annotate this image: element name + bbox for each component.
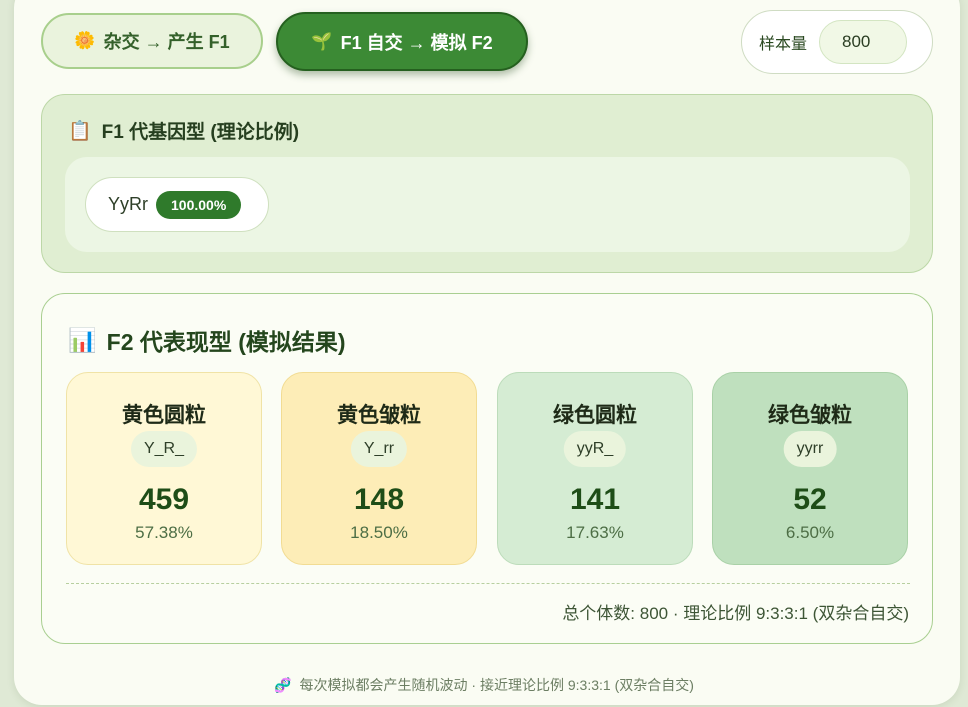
phenotype-genotype: Y_rr — [350, 431, 408, 467]
phenotype-percent: 17.63% — [566, 523, 624, 542]
f1-title: 📋 F1 代基因型 (理论比例) — [68, 117, 299, 144]
phenotype-genotype: yyR_ — [563, 431, 627, 467]
sample-size-label: 样本量 — [759, 36, 808, 53]
dna-icon: 🧬 — [274, 676, 292, 693]
genotype-name: YyRr — [108, 194, 148, 214]
sample-size-input[interactable] — [819, 20, 908, 64]
f2-title-text: F2 代表现型 (模拟结果) — [106, 329, 346, 355]
bar-chart-icon: 📊 — [68, 326, 97, 353]
f1-genotype-panel: 📋 F1 代基因型 (理论比例) YyRr 100.00% — [41, 94, 933, 273]
phenotype-percent: 6.50% — [785, 523, 835, 542]
phenotype-genotype: yyrr — [783, 431, 837, 467]
phenotype-name: 绿色皱粒 — [768, 404, 852, 427]
phenotype-card-green-wrinkled: 绿色皱粒 yyrr 52 6.50% — [712, 372, 908, 565]
sample-size-control: 样本量 — [741, 10, 933, 74]
phenotype-count: 459 — [138, 483, 190, 516]
phenotype-percent: 18.50% — [350, 523, 408, 542]
flower-icon: 🌼 — [74, 31, 96, 50]
footer-text: 每次模拟都会产生随机波动 · 接近理论比例 9:3:3:1 (双杂合自交) — [299, 677, 694, 693]
phenotype-name: 黄色皱粒 — [337, 404, 421, 427]
genotype-percent-badge: 100.00% — [156, 190, 242, 219]
seedling-icon: 🌱 — [311, 31, 333, 51]
f2-phenotype-panel: 📊 F2 代表现型 (模拟结果) 黄色圆粒 Y_R_ 459 57.38% 黄色… — [41, 293, 933, 644]
phenotype-card-green-round: 绿色圆粒 yyR_ 141 17.63% — [497, 372, 693, 565]
phenotype-genotype: Y_R_ — [130, 431, 198, 467]
dashed-divider — [66, 583, 910, 584]
f2-title: 📊 F2 代表现型 (模拟结果) — [68, 323, 346, 357]
phenotype-count: 52 — [793, 483, 827, 516]
phenotype-card-yellow-round: 黄色圆粒 Y_R_ 459 57.38% — [66, 372, 262, 565]
footer-note: 🧬 每次模拟都会产生随机波动 · 接近理论比例 9:3:3:1 (双杂合自交) — [0, 675, 968, 695]
f2-summary: 总个体数: 800 · 理论比例 9:3:3:1 (双杂合自交) — [562, 604, 909, 623]
phenotype-cards: 黄色圆粒 Y_R_ 459 57.38% 黄色皱粒 Y_rr 148 18.50… — [66, 372, 910, 565]
genotype-chip: YyRr 100.00% — [85, 177, 269, 232]
phenotype-name: 绿色圆粒 — [553, 404, 637, 427]
phenotype-count: 148 — [353, 483, 405, 516]
phenotype-card-yellow-wrinkled: 黄色皱粒 Y_rr 148 18.50% — [281, 372, 477, 565]
tab-cross-f1[interactable]: 🌼 杂交 → 产生 F1 — [41, 13, 263, 69]
clipboard-icon: 📋 — [68, 120, 92, 142]
f1-title-text: F1 代基因型 (理论比例) — [101, 122, 300, 143]
tab-selfing-f2-label: F1 自交 → 模拟 F2 — [340, 32, 493, 53]
mode-tabbar: 🌼 杂交 → 产生 F1 🌱 F1 自交 → 模拟 F2 样本量 — [41, 10, 933, 74]
tab-selfing-f2[interactable]: 🌱 F1 自交 → 模拟 F2 — [276, 12, 528, 71]
tab-cross-f1-label: 杂交 → 产生 F1 — [103, 32, 230, 52]
phenotype-count: 141 — [569, 483, 621, 516]
phenotype-percent: 57.38% — [135, 523, 193, 542]
phenotype-name: 黄色圆粒 — [122, 404, 206, 427]
f1-genotype-list: YyRr 100.00% — [65, 157, 910, 252]
